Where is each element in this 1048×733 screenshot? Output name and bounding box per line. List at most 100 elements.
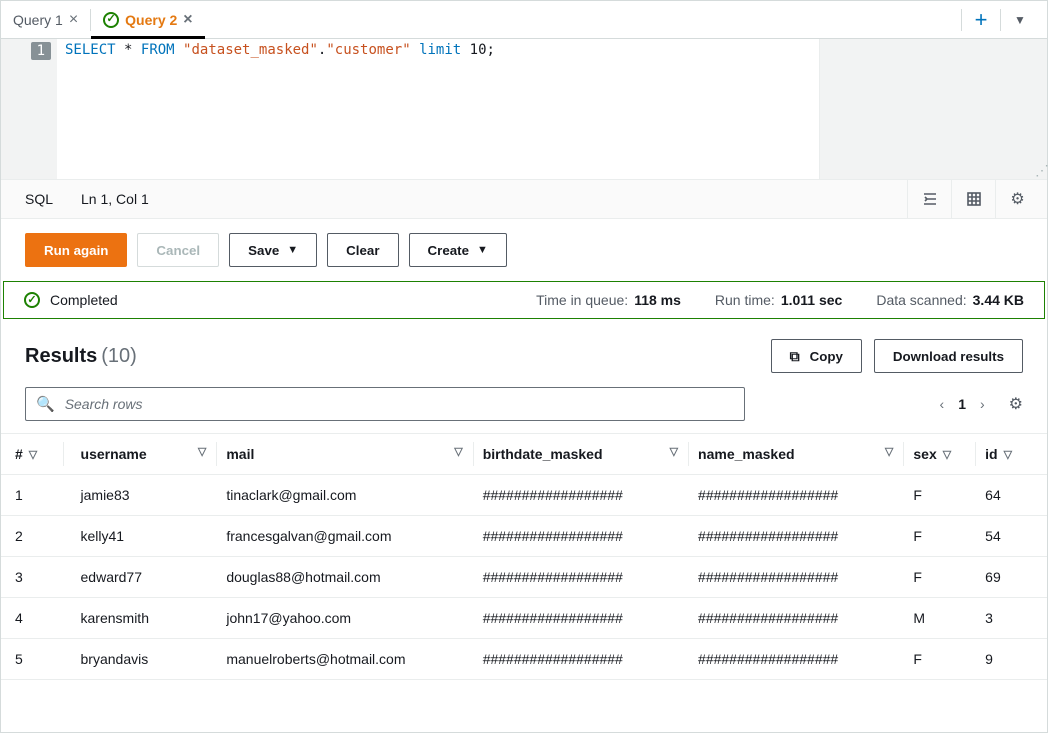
table-cell: 1 bbox=[1, 475, 63, 516]
results-table: #▽ username▽ mail▽ birthdate_masked▽ nam… bbox=[1, 433, 1047, 680]
search-input-wrapper[interactable]: 🔍 bbox=[25, 387, 745, 421]
save-button[interactable]: Save▼ bbox=[229, 233, 317, 267]
table-cell: ################## bbox=[688, 557, 903, 598]
page-number: 1 bbox=[958, 396, 966, 412]
success-icon: ✓ bbox=[103, 12, 119, 28]
table-cell: ################## bbox=[688, 516, 903, 557]
copy-button[interactable]: Copy bbox=[771, 339, 862, 373]
table-cell: jamie83 bbox=[63, 475, 217, 516]
editor-gutter: 1 bbox=[1, 39, 57, 179]
table-cell: F bbox=[903, 557, 975, 598]
table-settings-icon[interactable]: ⚙ bbox=[1009, 394, 1023, 414]
table-cell: 2 bbox=[1, 516, 63, 557]
run-again-button[interactable]: Run again bbox=[25, 233, 127, 267]
cancel-button: Cancel bbox=[137, 233, 219, 267]
editor-status-bar: SQL Ln 1, Col 1 ⚙ bbox=[1, 179, 1047, 219]
grid-icon[interactable] bbox=[951, 179, 995, 219]
table-cell: F bbox=[903, 516, 975, 557]
prev-page[interactable]: ‹ bbox=[940, 396, 945, 412]
table-cell: 3 bbox=[975, 598, 1047, 639]
data-scanned: Data scanned:3.44 KB bbox=[876, 292, 1024, 308]
table-cell: ################## bbox=[473, 557, 688, 598]
query-toolbar: Run again Cancel Save▼ Clear Create▼ bbox=[1, 219, 1047, 277]
table-row: 4karensmithjohn17@yahoo.com#############… bbox=[1, 598, 1047, 639]
filter-icon[interactable]: ▽ bbox=[454, 445, 462, 458]
table-cell: ################## bbox=[688, 598, 903, 639]
create-button[interactable]: Create▼ bbox=[409, 233, 507, 267]
results-title: Results bbox=[25, 345, 97, 368]
filter-icon[interactable]: ▽ bbox=[1004, 448, 1012, 461]
table-cell: F bbox=[903, 639, 975, 680]
clear-button[interactable]: Clear bbox=[327, 233, 398, 267]
line-number: 1 bbox=[31, 42, 51, 60]
queue-time: Time in queue:118 ms bbox=[536, 292, 681, 308]
tab-label: Query 1 bbox=[13, 12, 63, 28]
close-icon[interactable]: × bbox=[183, 12, 192, 28]
tab-query-2[interactable]: ✓ Query 2 × bbox=[91, 1, 204, 38]
filter-icon[interactable]: ▽ bbox=[198, 445, 206, 458]
status-text: Completed bbox=[50, 292, 118, 308]
format-icon[interactable] bbox=[907, 179, 951, 219]
download-results-button[interactable]: Download results bbox=[874, 339, 1023, 373]
table-cell: 4 bbox=[1, 598, 63, 639]
filter-icon[interactable]: ▽ bbox=[670, 445, 678, 458]
editor-right-panel bbox=[819, 39, 1047, 179]
column-header-index[interactable]: #▽ bbox=[1, 434, 63, 475]
run-time: Run time:1.011 sec bbox=[715, 292, 842, 308]
table-cell: john17@yahoo.com bbox=[216, 598, 472, 639]
new-tab-button[interactable]: + bbox=[962, 1, 1000, 39]
table-cell: ################## bbox=[473, 516, 688, 557]
table-cell: karensmith bbox=[63, 598, 217, 639]
language-label: SQL bbox=[25, 191, 53, 207]
table-cell: ################## bbox=[473, 598, 688, 639]
column-header-birthdate[interactable]: birthdate_masked▽ bbox=[473, 434, 688, 475]
chevron-down-icon: ▼ bbox=[287, 244, 298, 256]
close-icon[interactable]: × bbox=[69, 12, 78, 28]
results-header: Results (10) Copy Download results bbox=[1, 319, 1047, 381]
tab-query-1[interactable]: Query 1 × bbox=[1, 1, 90, 38]
table-cell: 54 bbox=[975, 516, 1047, 557]
query-status-banner: ✓ Completed Time in queue:118 ms Run tim… bbox=[3, 281, 1045, 319]
table-cell: M bbox=[903, 598, 975, 639]
settings-icon[interactable]: ⚙ bbox=[995, 179, 1039, 219]
table-cell: douglas88@hotmail.com bbox=[216, 557, 472, 598]
column-header-sex[interactable]: sex▽ bbox=[903, 434, 975, 475]
table-cell: F bbox=[903, 475, 975, 516]
table-row: 1jamie83tinaclark@gmail.com#############… bbox=[1, 475, 1047, 516]
filter-icon[interactable]: ▽ bbox=[943, 448, 951, 461]
table-cell: ################## bbox=[473, 475, 688, 516]
table-cell: 3 bbox=[1, 557, 63, 598]
resize-handle[interactable]: ⋰ bbox=[1035, 162, 1045, 179]
editor-code-area[interactable]: SELECT * FROM "dataset_masked"."customer… bbox=[57, 39, 819, 179]
pagination: ‹ 1 › ⚙ bbox=[940, 394, 1023, 414]
tab-overflow-button[interactable]: ▼ bbox=[1001, 1, 1039, 39]
column-header-mail[interactable]: mail▽ bbox=[216, 434, 472, 475]
column-header-name[interactable]: name_masked▽ bbox=[688, 434, 903, 475]
table-cell: ################## bbox=[473, 639, 688, 680]
filter-icon[interactable]: ▽ bbox=[885, 445, 893, 458]
table-cell: ################## bbox=[688, 639, 903, 680]
filter-icon[interactable]: ▽ bbox=[29, 448, 37, 461]
sql-editor: 1 SELECT * FROM "dataset_masked"."custom… bbox=[1, 39, 1047, 179]
success-icon: ✓ bbox=[24, 292, 40, 308]
next-page[interactable]: › bbox=[980, 396, 985, 412]
table-cell: manuelroberts@hotmail.com bbox=[216, 639, 472, 680]
cursor-position: Ln 1, Col 1 bbox=[81, 191, 149, 207]
table-cell: 69 bbox=[975, 557, 1047, 598]
table-cell: francesgalvan@gmail.com bbox=[216, 516, 472, 557]
table-row: 2kelly41francesgalvan@gmail.com#########… bbox=[1, 516, 1047, 557]
table-cell: 9 bbox=[975, 639, 1047, 680]
table-cell: tinaclark@gmail.com bbox=[216, 475, 472, 516]
search-input[interactable] bbox=[63, 395, 734, 413]
tab-bar: Query 1 × ✓ Query 2 × + ▼ bbox=[1, 1, 1047, 39]
search-icon: 🔍 bbox=[36, 395, 55, 413]
table-cell: 64 bbox=[975, 475, 1047, 516]
chevron-down-icon: ▼ bbox=[477, 244, 488, 256]
table-cell: kelly41 bbox=[63, 516, 217, 557]
table-cell: 5 bbox=[1, 639, 63, 680]
column-header-username[interactable]: username▽ bbox=[63, 434, 217, 475]
tab-label: Query 2 bbox=[125, 12, 177, 28]
table-cell: ################## bbox=[688, 475, 903, 516]
copy-icon bbox=[790, 348, 802, 365]
column-header-id[interactable]: id▽ bbox=[975, 434, 1047, 475]
